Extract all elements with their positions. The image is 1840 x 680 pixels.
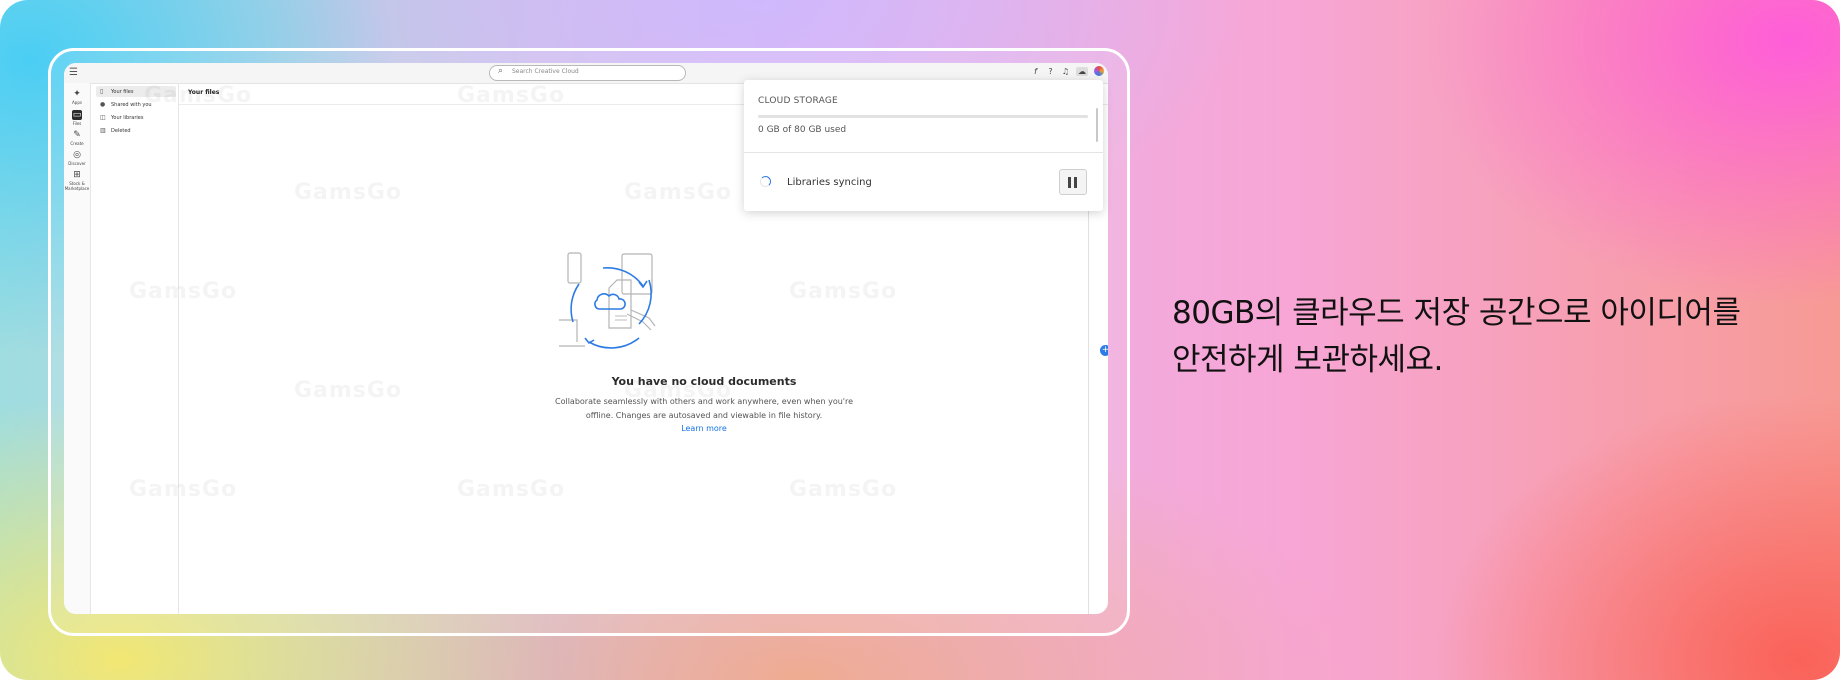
tagline-line: 80GB의 클라우드 저장 공간으로 아이디어를 bbox=[1172, 295, 1741, 331]
cloud-icon[interactable]: ☁ bbox=[1076, 66, 1088, 76]
pause-icon bbox=[1074, 177, 1077, 188]
rail-label: Create bbox=[70, 141, 84, 146]
watermark: GamsGo bbox=[457, 477, 565, 502]
library-icon: ◫ bbox=[100, 114, 106, 121]
discover-icon: ◎ bbox=[73, 150, 81, 160]
laptop-shape bbox=[559, 319, 585, 347]
nav-item-deleted[interactable]: ▥ Deleted bbox=[96, 125, 176, 136]
watermark: GamsGo bbox=[624, 180, 732, 205]
add-button[interactable]: + bbox=[1100, 345, 1108, 356]
create-icon: ✎ bbox=[73, 130, 81, 140]
watermark: GamsGo bbox=[457, 83, 565, 108]
rail-item-stock[interactable]: ⊞ Stock & Marketplace bbox=[64, 170, 90, 191]
rail-item-files[interactable]: ▭ Files bbox=[64, 110, 90, 126]
files-icon: ▭ bbox=[72, 110, 82, 120]
search-icon: ⌕ bbox=[498, 66, 504, 76]
rail-label: Files bbox=[72, 121, 82, 126]
rail-label: Discover bbox=[68, 161, 86, 166]
tagline-line: 안전하게 보관하세요. bbox=[1172, 342, 1443, 378]
cloud-storage-title: CLOUD STORAGE bbox=[758, 96, 838, 106]
watermark: GamsGo bbox=[294, 378, 402, 403]
rail-label: Stock & Marketplace bbox=[64, 181, 90, 191]
files-sidenav: ▯ Your files ● Shared with you ◫ Your libra… bbox=[90, 83, 179, 614]
trash-icon: ▥ bbox=[100, 127, 106, 134]
cloud-storage-popover: CLOUD STORAGE 0 GB of 80 GB used Librari… bbox=[744, 80, 1103, 211]
bell-icon[interactable]: ♫ bbox=[1061, 67, 1070, 76]
help-icon[interactable]: ? bbox=[1046, 67, 1055, 76]
search-input[interactable]: Search Creative Cloud bbox=[512, 68, 579, 75]
sync-spinner-icon bbox=[760, 176, 771, 187]
cloud-documents-illustration bbox=[559, 252, 656, 349]
marketing-tagline: 80GB의 클라우드 저장 공간으로 아이디어를 안전하게 보관하세요. bbox=[1172, 290, 1812, 384]
empty-desc-line: Collaborate seamlessly with others and w… bbox=[554, 397, 854, 406]
apps-icon: ✦ bbox=[73, 89, 81, 99]
watermark: GamsGo bbox=[129, 279, 237, 304]
divider bbox=[744, 152, 1103, 153]
rail-item-apps[interactable]: ✦ Apps bbox=[64, 89, 90, 105]
nav-item-libraries[interactable]: ◫ Your libraries bbox=[96, 112, 176, 123]
menu-icon[interactable]: ☰ bbox=[69, 67, 78, 78]
learn-more-link[interactable]: Learn more bbox=[444, 424, 964, 433]
left-rail: ✦ Apps ▭ Files ✎ Create ◎ Discover ⊞ Sto… bbox=[64, 83, 91, 614]
pause-sync-button[interactable] bbox=[1059, 169, 1087, 195]
nav-label: Your libraries bbox=[111, 115, 144, 121]
popover-scrollbar[interactable] bbox=[1096, 108, 1098, 142]
storage-progress-bar bbox=[758, 115, 1088, 118]
sync-arrow-right bbox=[638, 279, 652, 325]
watermark: GamsGo bbox=[789, 477, 897, 502]
avatar[interactable] bbox=[1094, 66, 1104, 76]
tablet-shape bbox=[621, 253, 653, 295]
sync-arrow-top bbox=[602, 266, 644, 287]
fonts-icon[interactable]: f bbox=[1031, 67, 1040, 76]
document-icon: ▯ bbox=[100, 88, 104, 95]
rail-item-discover[interactable]: ◎ Discover bbox=[64, 150, 90, 166]
empty-state-title: You have no cloud documents bbox=[611, 375, 797, 388]
phone-shape bbox=[567, 252, 582, 284]
watermark: GamsGo bbox=[789, 279, 897, 304]
cloud-icon bbox=[594, 293, 626, 310]
empty-desc-line: offline. Changes are autosaved and viewa… bbox=[585, 411, 823, 420]
libraries-syncing-label: Libraries syncing bbox=[787, 177, 872, 188]
watermark: GamsGo bbox=[294, 180, 402, 205]
top-icons: f ? ♫ ☁ bbox=[1031, 66, 1104, 76]
nav-label: Your files bbox=[111, 89, 134, 95]
stock-icon: ⊞ bbox=[73, 170, 81, 180]
people-icon: ● bbox=[100, 101, 106, 108]
empty-state-description: Collaborate seamlessly with others and w… bbox=[444, 395, 964, 423]
watermark: GamsGo bbox=[129, 477, 237, 502]
promo-banner: ☰ ⌕ Search Creative Cloud f ? ♫ ☁ ✦ Apps… bbox=[0, 0, 1840, 680]
sync-arrow-bottom bbox=[588, 337, 640, 349]
storage-used-text: 0 GB of 80 GB used bbox=[758, 125, 847, 135]
search-box[interactable]: ⌕ Search Creative Cloud bbox=[489, 65, 686, 81]
document-shape bbox=[608, 279, 632, 329]
nav-label: Deleted bbox=[111, 128, 131, 134]
watermark: GamsGo bbox=[144, 83, 252, 108]
rail-item-create[interactable]: ✎ Create bbox=[64, 130, 90, 146]
rail-label: Apps bbox=[72, 100, 82, 105]
sync-arrow-left bbox=[570, 283, 580, 323]
pause-icon bbox=[1068, 177, 1071, 188]
